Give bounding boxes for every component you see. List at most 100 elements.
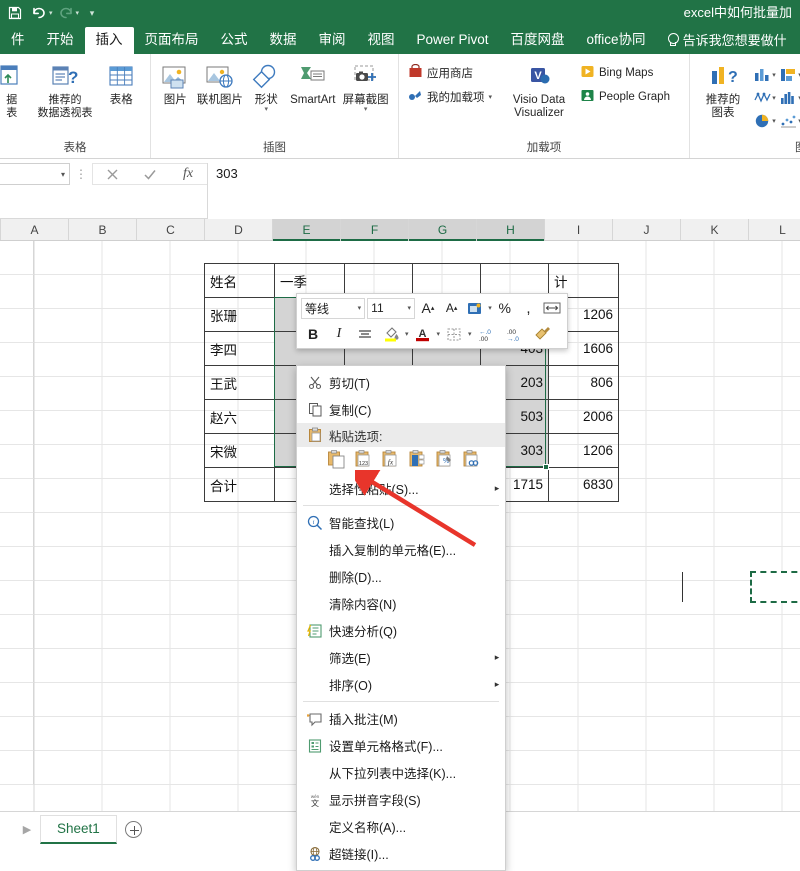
menu-item-show-phonetic[interactable]: wén 文 显示拼音字段(S) <box>297 786 505 813</box>
column-header-G[interactable]: G <box>409 219 477 241</box>
menu-item-pick-from-dropdown[interactable]: 从下拉列表中选择(K)... <box>297 759 505 786</box>
align-icon[interactable] <box>353 324 377 345</box>
bold-icon[interactable]: B <box>301 324 325 345</box>
screenshot-dropdown-caret[interactable]: ▾ <box>364 106 368 113</box>
tab-view[interactable]: 视图 <box>357 27 406 54</box>
scatter-chart-button[interactable]: ▾ <box>780 113 800 128</box>
save-icon[interactable] <box>4 3 26 23</box>
menu-item-cut[interactable]: 剪切(T) <box>297 369 505 396</box>
fill-color-caret-icon[interactable]: ▾ <box>405 330 409 338</box>
tab-power-pivot[interactable]: Power Pivot <box>406 27 500 54</box>
cell-name[interactable]: 王武 <box>204 365 275 400</box>
column-header-B[interactable]: B <box>69 219 137 240</box>
tab-file[interactable]: 件 <box>0 27 36 54</box>
online-picture-button[interactable]: 联机图片 <box>193 59 246 107</box>
people-graph-button[interactable]: People Graph <box>577 86 683 107</box>
column-header-E[interactable]: E <box>273 219 341 241</box>
italic-icon[interactable]: I <box>327 324 351 345</box>
menu-item-insert-comment[interactable]: 插入批注(M) <box>297 705 505 732</box>
name-box-caret-icon[interactable]: ▾ <box>61 170 65 179</box>
paste-all-icon[interactable] <box>327 449 347 471</box>
column-header-J[interactable]: J <box>613 219 681 240</box>
borders-caret-icon[interactable]: ▾ <box>468 330 472 338</box>
my-addins-dropdown-caret[interactable]: ▾ <box>489 93 493 101</box>
menu-item-clear-contents[interactable]: 清除内容(N) <box>297 590 505 617</box>
tab-formulas[interactable]: 公式 <box>210 27 259 54</box>
recommended-charts-button[interactable]: ? 推荐的 图表 <box>696 59 750 120</box>
column-header-H[interactable]: H <box>477 219 545 241</box>
table-button[interactable]: 表格 <box>99 59 144 107</box>
fill-color-icon[interactable] <box>379 324 403 345</box>
customize-qat-icon[interactable]: ▾ <box>81 3 103 23</box>
menu-item-format-cells[interactable]: 设置单元格格式(F)... <box>297 732 505 759</box>
cell-name[interactable]: 张珊 <box>204 297 275 332</box>
grow-font-icon[interactable]: A ▴ <box>417 298 439 319</box>
increase-decimal-icon[interactable]: ←.0.00 <box>474 324 500 345</box>
visio-data-visualizer-button[interactable]: V Visio Data Visualizer <box>503 59 575 120</box>
tab-office-collab[interactable]: office协同 <box>576 27 657 54</box>
bar-chart-button[interactable]: ▾ <box>780 67 800 82</box>
menu-item-delete[interactable]: 删除(D)... <box>297 563 505 590</box>
format-painter-icon[interactable] <box>530 324 554 345</box>
chevron-right-icon[interactable]: ▶ <box>14 823 40 836</box>
menu-item-hyperlink[interactable]: 超链接(I)... <box>297 840 505 867</box>
menu-item-insert-copied-cells[interactable]: 插入复制的单元格(E)... <box>297 536 505 563</box>
paste-values-icon[interactable]: 123 <box>354 449 374 471</box>
tell-me-box[interactable]: 告诉我您想要做什 <box>657 27 793 54</box>
name-box[interactable]: ▾ <box>0 163 70 185</box>
chevron-down-icon[interactable]: ▾ <box>358 304 362 312</box>
menu-item-sort[interactable]: 排序(O) ▸ <box>297 671 505 698</box>
menu-item-quick-analysis[interactable]: 快速分析(Q) <box>297 617 505 644</box>
font-name-combo[interactable]: 等线 ▾ <box>301 297 366 319</box>
cell-name[interactable]: 宋微 <box>204 433 275 468</box>
tab-home[interactable]: 开始 <box>36 27 85 54</box>
scatter-line-chart-button[interactable]: ▾ <box>754 90 776 105</box>
column-header-K[interactable]: K <box>681 219 749 240</box>
cell-name[interactable]: 李四 <box>204 331 275 366</box>
chevron-down-icon[interactable]: ▾ <box>408 304 412 312</box>
cell-total[interactable]: 6830 <box>548 467 619 502</box>
paste-formulas-icon[interactable]: fx <box>381 449 401 471</box>
decrease-decimal-icon[interactable]: .00 →.0 <box>502 324 528 345</box>
histogram-chart-button[interactable]: ▾ <box>780 90 800 105</box>
column-chart-button[interactable]: ▾ <box>754 67 776 82</box>
comma-style-icon[interactable]: , <box>518 298 540 319</box>
paste-transpose-icon[interactable] <box>408 449 428 471</box>
formula-bar-grip[interactable]: ⋮ <box>70 163 92 185</box>
wrap-text-icon[interactable] <box>541 298 563 319</box>
redo-icon[interactable] <box>55 3 77 23</box>
cell-name[interactable]: 赵六 <box>204 399 275 434</box>
cell-total[interactable]: 806 <box>548 365 619 400</box>
tab-review[interactable]: 审阅 <box>308 27 357 54</box>
percent-style-icon[interactable]: % <box>494 298 516 319</box>
recommended-pivot-button[interactable]: ? 推荐的 数据透视表 <box>33 59 96 120</box>
undo-dropdown-caret[interactable]: ▾ <box>49 9 53 17</box>
menu-item-paste-special[interactable]: 选择性粘贴(S)... ▸ <box>297 475 505 502</box>
shapes-button[interactable]: 形状 ▾ <box>246 59 286 113</box>
menu-item-filter[interactable]: 筛选(E) ▸ <box>297 644 505 671</box>
pie-chart-button[interactable]: ▾ <box>754 113 776 128</box>
menu-item-copy[interactable]: 复制(C) <box>297 396 505 423</box>
cell-total[interactable]: 2006 <box>548 399 619 434</box>
number-format-caret-icon[interactable]: ▾ <box>488 304 492 312</box>
undo-icon[interactable] <box>28 3 50 23</box>
cell-name[interactable]: 合计 <box>204 467 275 502</box>
tab-baidu-netdisk[interactable]: 百度网盘 <box>500 27 576 54</box>
formula-input[interactable]: 303 <box>207 163 800 219</box>
column-header-I[interactable]: I <box>545 219 613 240</box>
redo-dropdown-caret[interactable]: ▾ <box>76 9 80 17</box>
copied-cell-marquee[interactable]: 1 <box>750 571 800 603</box>
font-size-combo[interactable]: 11 ▾ <box>367 297 416 319</box>
tab-data[interactable]: 数据 <box>259 27 308 54</box>
tab-insert[interactable]: 插入 <box>84 27 134 54</box>
shapes-dropdown-caret[interactable]: ▾ <box>265 106 269 113</box>
borders-icon[interactable] <box>442 324 466 345</box>
cell-name-header[interactable]: 姓名 <box>204 263 275 298</box>
close-icon[interactable] <box>93 163 131 185</box>
font-color-caret-icon[interactable]: ▾ <box>437 330 441 338</box>
cell-total[interactable]: 1206 <box>548 433 619 468</box>
font-color-icon[interactable]: A <box>411 324 435 345</box>
pivot-table-button[interactable]: 据表 <box>0 59 31 120</box>
column-header-L[interactable]: L <box>749 219 800 240</box>
store-button[interactable]: 应用商店 <box>405 62 501 83</box>
